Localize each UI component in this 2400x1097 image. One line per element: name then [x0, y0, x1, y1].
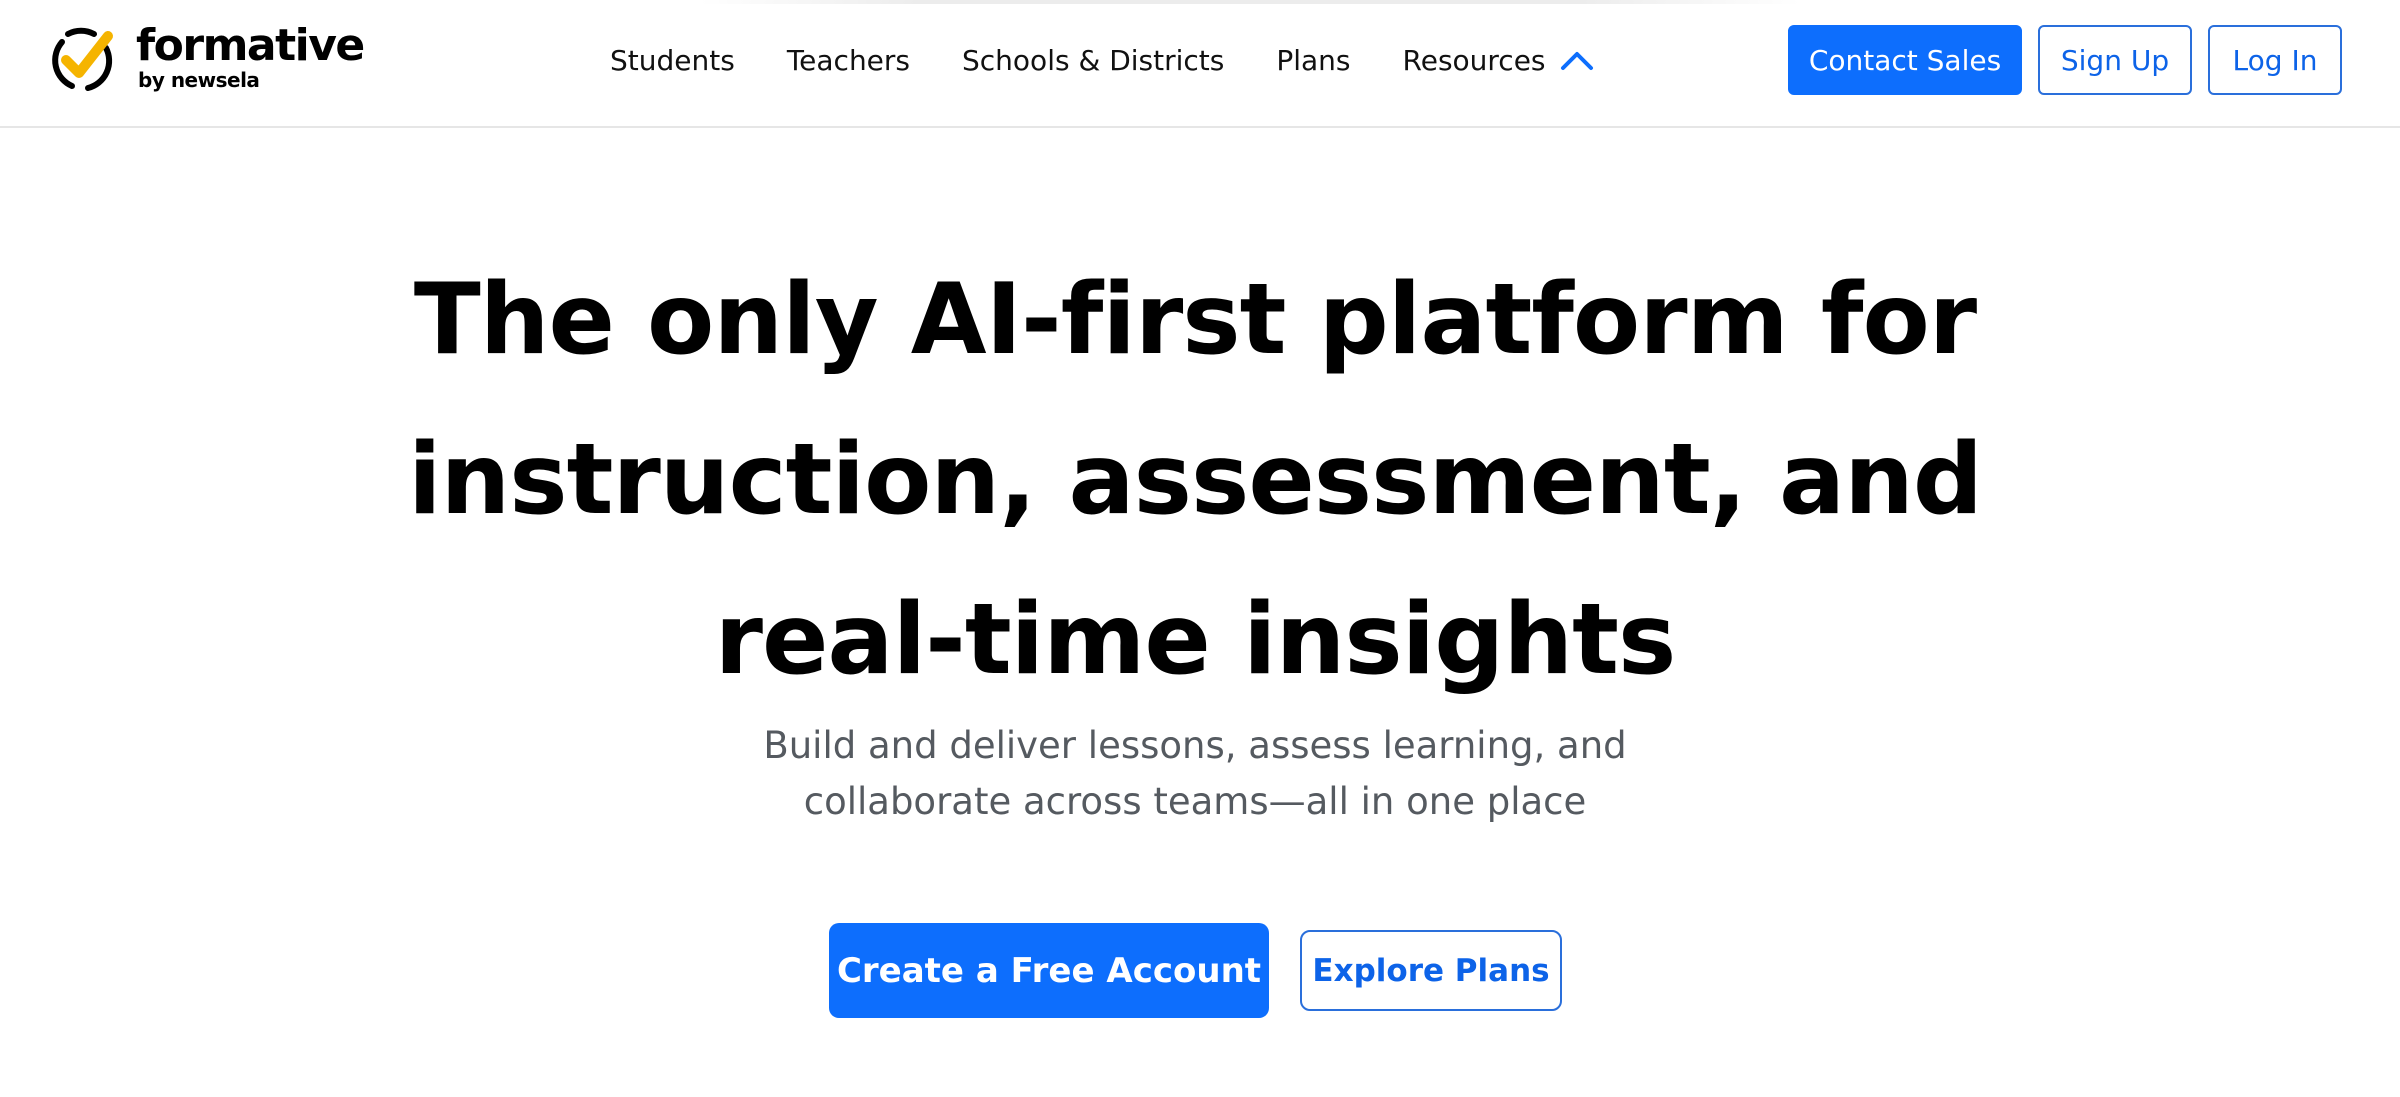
hero-subtitle-line: collaborate across teams—all in one plac…	[803, 780, 1587, 823]
sign-up-button[interactable]: Sign Up	[2038, 25, 2192, 95]
create-free-account-button[interactable]: Create a Free Account	[829, 923, 1269, 1018]
hero-title-line: The only AI-first platform for	[413, 263, 1977, 377]
nav-item-resources[interactable]: Resources	[1403, 44, 1594, 77]
logo-wordmark: formative	[136, 20, 365, 71]
site-header: formative by newsela Students Teachers S…	[0, 0, 2400, 128]
hero-title-line: real-time insights	[714, 583, 1677, 697]
nav-item-resources-label: Resources	[1402, 43, 1546, 77]
hero-subtitle: Build and deliver lessons, assess learni…	[600, 718, 1790, 830]
logo-text: formative by newsela	[136, 24, 365, 92]
hero-title-line: instruction, assessment, and	[407, 423, 1983, 537]
main-nav: Students Teachers Schools & Districts Pl…	[610, 0, 1594, 120]
nav-item-plans[interactable]: Plans	[1276, 44, 1350, 77]
page: formative by newsela Students Teachers S…	[0, 0, 2400, 1097]
chevron-up-icon	[1560, 52, 1593, 70]
contact-sales-button[interactable]: Contact Sales	[1788, 25, 2022, 95]
nav-item-schools-districts[interactable]: Schools & Districts	[962, 44, 1224, 77]
hero-subtitle-line: Build and deliver lessons, assess learni…	[763, 724, 1627, 767]
formative-logo-icon	[52, 27, 113, 91]
explore-plans-button[interactable]: Explore Plans	[1300, 930, 1562, 1011]
nav-item-students[interactable]: Students	[610, 44, 735, 77]
formative-logo[interactable]: formative by newsela	[48, 22, 365, 98]
logo-tagline: by newsela	[138, 68, 260, 92]
log-in-button[interactable]: Log In	[2208, 25, 2342, 95]
nav-item-teachers[interactable]: Teachers	[787, 44, 910, 77]
hero-title: The only AI-first platform for instructi…	[400, 240, 1990, 720]
